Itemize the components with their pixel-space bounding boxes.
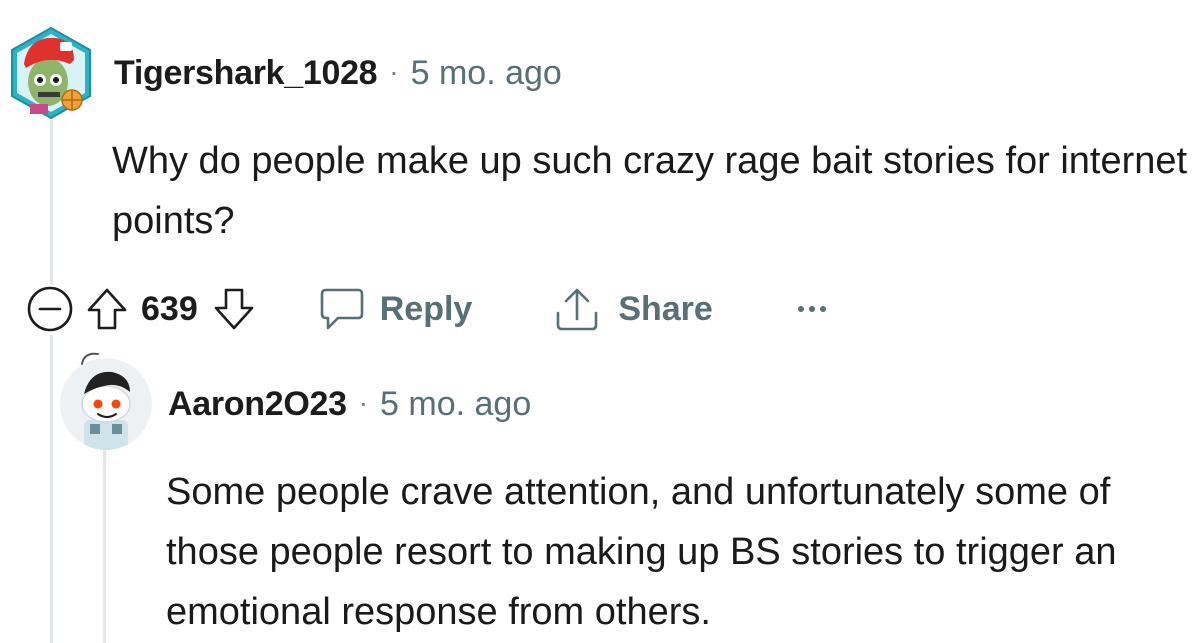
thread-line-parent: [50, 118, 53, 285]
timestamp[interactable]: 5 mo. ago: [411, 54, 562, 93]
avatar-accessory-icon: [81, 352, 99, 365]
collapse-icon[interactable]: [25, 284, 75, 334]
upvote-icon[interactable]: [85, 286, 129, 332]
avatar-image: [60, 358, 152, 450]
downvote-icon[interactable]: [212, 286, 256, 332]
username[interactable]: Aaron2O23: [168, 385, 347, 424]
avatar[interactable]: [60, 358, 152, 450]
thread-line-reply: [103, 450, 106, 643]
thread-line-parent-lower: [50, 335, 53, 643]
username[interactable]: Tigershark_1028: [114, 54, 378, 93]
comment-meta: Tigershark_1028 · 5 mo. ago: [114, 54, 562, 93]
timestamp[interactable]: 5 mo. ago: [380, 385, 531, 424]
reply-label: Reply: [379, 289, 473, 328]
reply-button[interactable]: Reply: [318, 286, 473, 332]
comment-action-bar: 639 Reply Share: [25, 284, 829, 334]
avatar-image: [11, 26, 91, 120]
vote-count: 639: [141, 289, 198, 328]
share-icon: [554, 285, 600, 333]
more-icon[interactable]: [795, 303, 829, 315]
comment-body: Some people crave attention, and unfortu…: [166, 471, 1117, 633]
share-button[interactable]: Share: [554, 285, 713, 333]
avatar[interactable]: [8, 24, 94, 120]
share-label: Share: [618, 289, 713, 328]
meta-separator: ·: [389, 56, 399, 87]
comment-meta: Aaron2O23 · 5 mo. ago: [168, 385, 531, 424]
comment-body: Why do people make up such crazy rage ba…: [112, 140, 1188, 242]
meta-separator: ·: [358, 387, 369, 418]
comment-bubble-icon: [318, 286, 366, 332]
